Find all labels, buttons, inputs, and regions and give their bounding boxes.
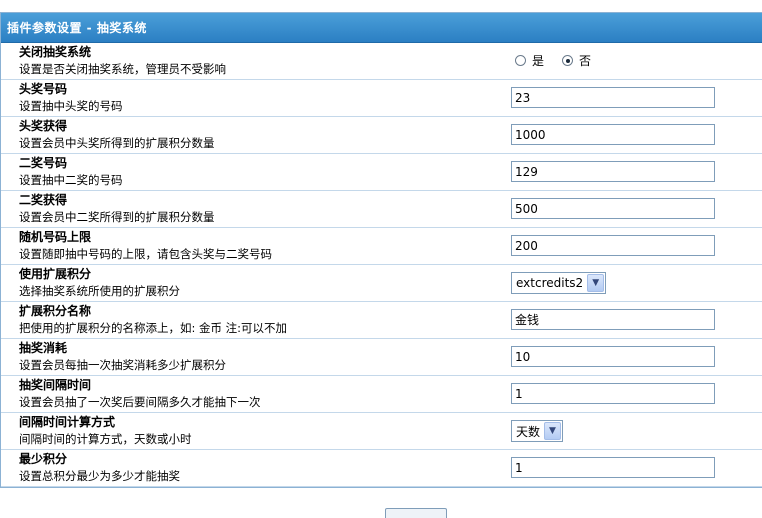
setting-label: 头奖号码 (19, 82, 68, 96)
settings-panel: 插件参数设置 - 抽奖系统 关闭抽奖系统 设置是否关闭抽奖系统，管理员不受影响 … (0, 12, 762, 488)
setting-row-credit-name: 扩展积分名称 把使用的扩展积分的名称添上，如: 金币 注:可以不加 (1, 302, 762, 339)
first-prize-reward-input[interactable] (511, 124, 715, 145)
submit-button[interactable] (385, 508, 447, 518)
draw-cost-input[interactable] (511, 346, 715, 367)
setting-description: 设置抽中二奖的号码 (19, 173, 123, 187)
setting-row-credit-type: 使用扩展积分 选择抽奖系统所使用的扩展积分 extcredits2 ▼ (1, 265, 762, 302)
radio-yes[interactable]: 是 (515, 52, 544, 69)
setting-row-first-prize-number: 头奖号码 设置抽中头奖的号码 (1, 80, 762, 117)
second-prize-number-input[interactable] (511, 161, 715, 182)
radio-yes-label: 是 (532, 54, 545, 68)
setting-label: 最少积分 (19, 452, 68, 466)
setting-description: 设置会员每抽一次抽奖消耗多少扩展积分 (19, 358, 226, 372)
setting-description: 设置总积分最少为多少才能抽奖 (19, 469, 180, 483)
setting-row-second-prize-number: 二奖号码 设置抽中二奖的号码 (1, 154, 762, 191)
setting-label: 随机号码上限 (19, 230, 92, 244)
draw-interval-input[interactable] (511, 383, 715, 404)
panel-title: 插件参数设置 - 抽奖系统 (7, 21, 147, 35)
chevron-down-icon[interactable]: ▼ (544, 422, 562, 440)
setting-label: 使用扩展积分 (19, 267, 92, 281)
setting-row-random-max: 随机号码上限 设置随即抽中号码的上限，请包含头奖与二奖号码 (1, 228, 762, 265)
setting-label: 抽奖消耗 (19, 341, 68, 355)
setting-description: 选择抽奖系统所使用的扩展积分 (19, 284, 180, 298)
radio-no-label: 否 (579, 54, 592, 68)
settings-rows: 关闭抽奖系统 设置是否关闭抽奖系统，管理员不受影响 是 否 头奖号码 设置抽中头… (1, 43, 762, 487)
setting-row-close-lottery: 关闭抽奖系统 设置是否关闭抽奖系统，管理员不受影响 是 否 (1, 43, 762, 80)
setting-label: 间隔时间计算方式 (19, 415, 116, 429)
interval-unit-select[interactable]: 天数 ▼ (511, 420, 564, 442)
panel-header: 插件参数设置 - 抽奖系统 (1, 13, 762, 43)
setting-description: 把使用的扩展积分的名称添上，如: 金币 注:可以不加 (19, 321, 288, 335)
min-credits-input[interactable] (511, 457, 715, 478)
close-lottery-radio-group: 是 否 (515, 50, 609, 71)
credit-type-select[interactable]: extcredits2 ▼ (511, 272, 607, 294)
setting-description: 设置会员中头奖所得到的扩展积分数量 (19, 136, 215, 150)
first-prize-number-input[interactable] (511, 87, 715, 108)
random-max-input[interactable] (511, 235, 715, 256)
radio-no-circle[interactable] (562, 55, 574, 66)
setting-label: 关闭抽奖系统 (19, 45, 92, 59)
setting-row-first-prize-reward: 头奖获得 设置会员中头奖所得到的扩展积分数量 (1, 117, 762, 154)
setting-description: 设置是否关闭抽奖系统，管理员不受影响 (19, 62, 226, 76)
interval-unit-selected-value: 天数 (516, 424, 541, 439)
setting-label: 扩展积分名称 (19, 304, 92, 318)
chevron-down-icon[interactable]: ▼ (587, 274, 605, 292)
setting-label: 抽奖间隔时间 (19, 378, 92, 392)
setting-label: 二奖号码 (19, 156, 68, 170)
setting-row-interval-unit: 间隔时间计算方式 间隔时间的计算方式，天数或小时 天数 ▼ (1, 413, 762, 450)
radio-no[interactable]: 否 (562, 52, 591, 69)
setting-description: 设置随即抽中号码的上限，请包含头奖与二奖号码 (19, 247, 272, 261)
setting-row-draw-interval: 抽奖间隔时间 设置会员抽了一次奖后要间隔多久才能抽下一次 (1, 376, 762, 413)
top-strip (0, 0, 762, 12)
setting-description: 设置抽中头奖的号码 (19, 99, 123, 113)
setting-description: 设置会员抽了一次奖后要间隔多久才能抽下一次 (19, 395, 261, 409)
radio-yes-circle[interactable] (515, 55, 526, 66)
setting-label: 头奖获得 (19, 119, 68, 133)
second-prize-reward-input[interactable] (511, 198, 715, 219)
setting-row-second-prize-reward: 二奖获得 设置会员中二奖所得到的扩展积分数量 (1, 191, 762, 228)
setting-row-draw-cost: 抽奖消耗 设置会员每抽一次抽奖消耗多少扩展积分 (1, 339, 762, 376)
credit-name-input[interactable] (511, 309, 715, 330)
setting-row-min-credits: 最少积分 设置总积分最少为多少才能抽奖 (1, 450, 762, 487)
setting-label: 二奖获得 (19, 193, 68, 207)
credit-type-selected-value: extcredits2 (516, 276, 584, 290)
setting-description: 间隔时间的计算方式，天数或小时 (19, 432, 192, 446)
page-bottom-area (0, 488, 762, 518)
setting-description: 设置会员中二奖所得到的扩展积分数量 (19, 210, 215, 224)
